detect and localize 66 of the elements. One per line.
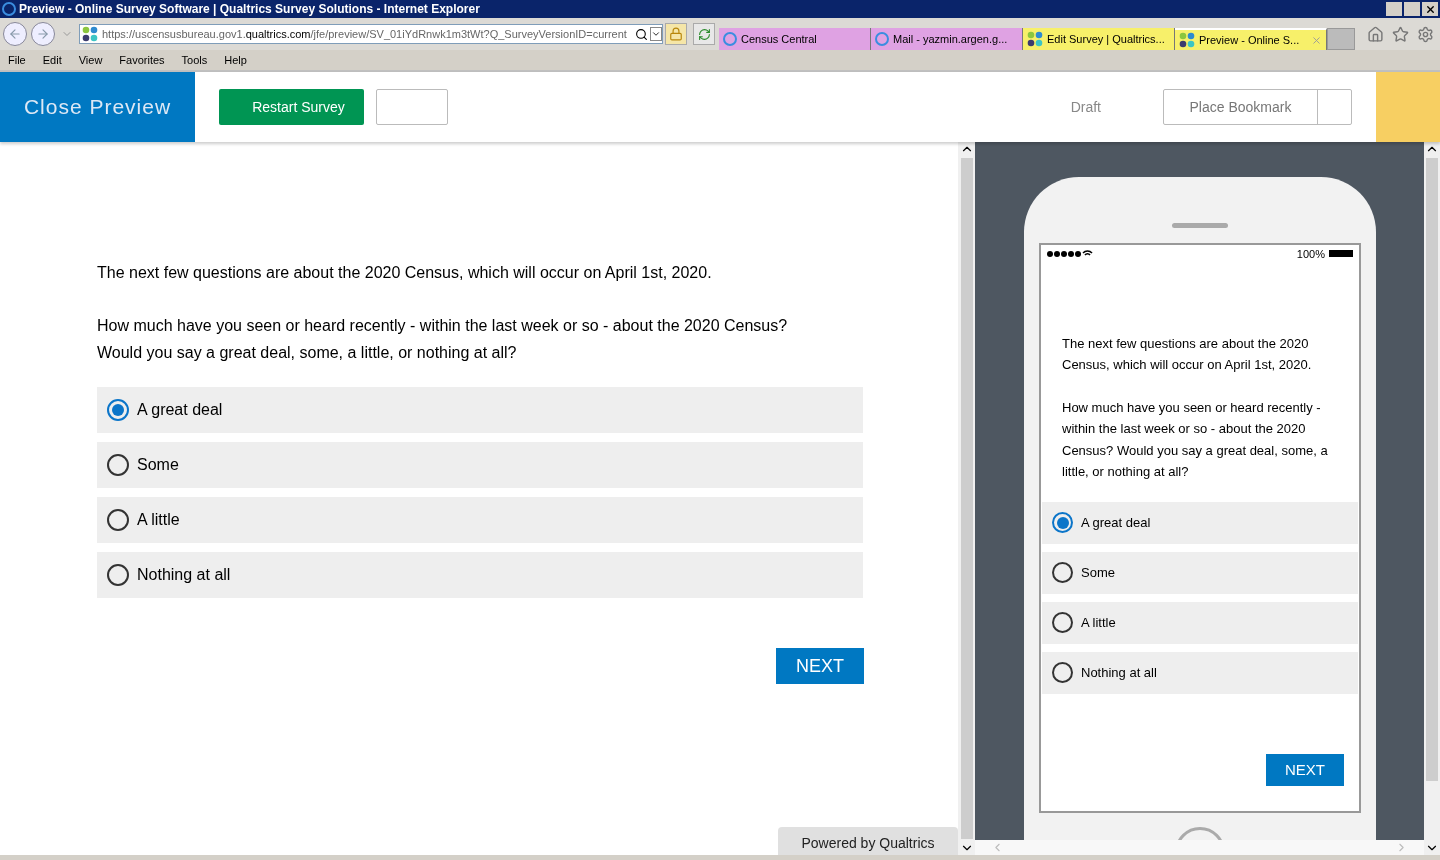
answer-option[interactable]: A little — [97, 497, 863, 543]
menu-item[interactable]: Edit — [42, 51, 62, 69]
intro-text: The next few questions are about the 2020 Census, which will occur on April 1st, 2020. — [97, 263, 713, 283]
status-label: Draft — [1070, 97, 1101, 117]
back-button[interactable] — [3, 22, 27, 46]
blank-button[interactable] — [376, 89, 448, 125]
browser-tab[interactable]: Census Central — [719, 28, 871, 50]
answer-option[interactable]: Some — [1042, 552, 1358, 594]
restart-survey-button[interactable]: Restart Survey — [219, 89, 364, 125]
battery-label: 100% — [1296, 246, 1325, 262]
window-title: Preview - Online Survey Software | Qualtrics Survey Solutions - Internet Explorer — [19, 1, 480, 18]
menu-item[interactable]: Tools — [181, 51, 208, 69]
powered-by-label: Powered by Qualtrics — [778, 827, 958, 855]
radio-button[interactable] — [1052, 562, 1073, 584]
menu-item[interactable]: File — [8, 51, 26, 69]
speaker-icon — [1172, 223, 1228, 228]
close-tab-icon[interactable] — [1311, 34, 1322, 46]
next-button[interactable]: NEXT — [776, 648, 864, 684]
horizontal-scrollbar[interactable] — [975, 840, 1424, 855]
forward-button[interactable] — [31, 22, 55, 46]
radio-selected[interactable] — [107, 399, 129, 421]
radio-button[interactable] — [107, 564, 129, 586]
answer-option[interactable]: A little — [1042, 602, 1358, 644]
home-icon[interactable] — [1367, 25, 1384, 43]
answer-option[interactable]: Some — [97, 442, 863, 488]
next-button[interactable]: NEXT — [1266, 754, 1344, 786]
battery-icon — [1329, 250, 1353, 258]
radio-button[interactable] — [1052, 612, 1073, 634]
answer-option[interactable]: Nothing at all — [1042, 652, 1358, 694]
answer-option[interactable]: A great deal — [97, 387, 863, 433]
scrollbar[interactable] — [958, 142, 975, 855]
arrow-right-icon[interactable] — [36, 27, 50, 41]
four-dots-icon — [1179, 32, 1195, 48]
search-icon[interactable] — [635, 27, 648, 41]
radio-button[interactable] — [107, 454, 129, 476]
settings-icon[interactable] — [1417, 25, 1434, 43]
radio-button[interactable] — [1052, 662, 1073, 684]
four-dots-icon — [1027, 31, 1043, 47]
menu-item[interactable]: Favorites — [119, 51, 165, 69]
url-text: /jfe/preview/SV_01iYdRnwk1m3tWt?Q_SurveyVersionID=current — [310, 27, 627, 40]
browser-tab[interactable]: Preview - Online S... — [1175, 28, 1327, 50]
header-panel — [1376, 72, 1440, 142]
refresh-icon[interactable] — [693, 23, 715, 45]
address-field[interactable]: https://uscensusbureau.gov1.qualtrics.com/jfe/preview/SV_01iYdRnwk1m3tWt?Q_SurveyVersionID=current — [79, 24, 663, 44]
browser-tab[interactable]: Edit Survey | Qualtrics... — [1023, 28, 1175, 50]
url-text: qualtrics.com — [245, 27, 311, 40]
radio-selected[interactable] — [1052, 512, 1073, 534]
menu-item[interactable]: Help — [224, 51, 247, 69]
scrollbar[interactable] — [1424, 142, 1440, 855]
browser-tab[interactable]: Mail - yazmin.argen.g... — [871, 28, 1023, 50]
close-preview-button[interactable]: Close Preview — [0, 72, 195, 142]
lock-icon[interactable] — [665, 23, 687, 45]
place-bookmark-button[interactable]: Place Bookmark — [1163, 89, 1352, 125]
mobile-question-text: How much have you seen or heard recently - within the last week or so - about the 2020 Census? Would you say a great deal, some, a little, or nothing at all? — [1062, 399, 1329, 482]
four-dots-icon — [82, 26, 98, 42]
menu-item[interactable]: View — [78, 51, 103, 69]
signal-icon — [1047, 250, 1093, 258]
question-text: How much have you seen or heard recently - within the last week or so - about the 2020 Census? Would you say a great deal, some, a little, or nothing at all? — [97, 316, 789, 363]
answer-option[interactable]: Nothing at all — [97, 552, 863, 598]
radio-button[interactable] — [107, 509, 129, 531]
mobile-intro-text: The next few questions are about the 2020 Census, which will occur on April 1st, 2020. — [1062, 335, 1313, 375]
url-text: https://uscensusbureau.gov1. — [102, 27, 246, 40]
dropdown-icon[interactable] — [650, 27, 662, 41]
answer-option[interactable]: A great deal — [1042, 502, 1358, 544]
arrow-left-icon[interactable] — [8, 27, 22, 41]
star-icon[interactable] — [1392, 25, 1409, 43]
